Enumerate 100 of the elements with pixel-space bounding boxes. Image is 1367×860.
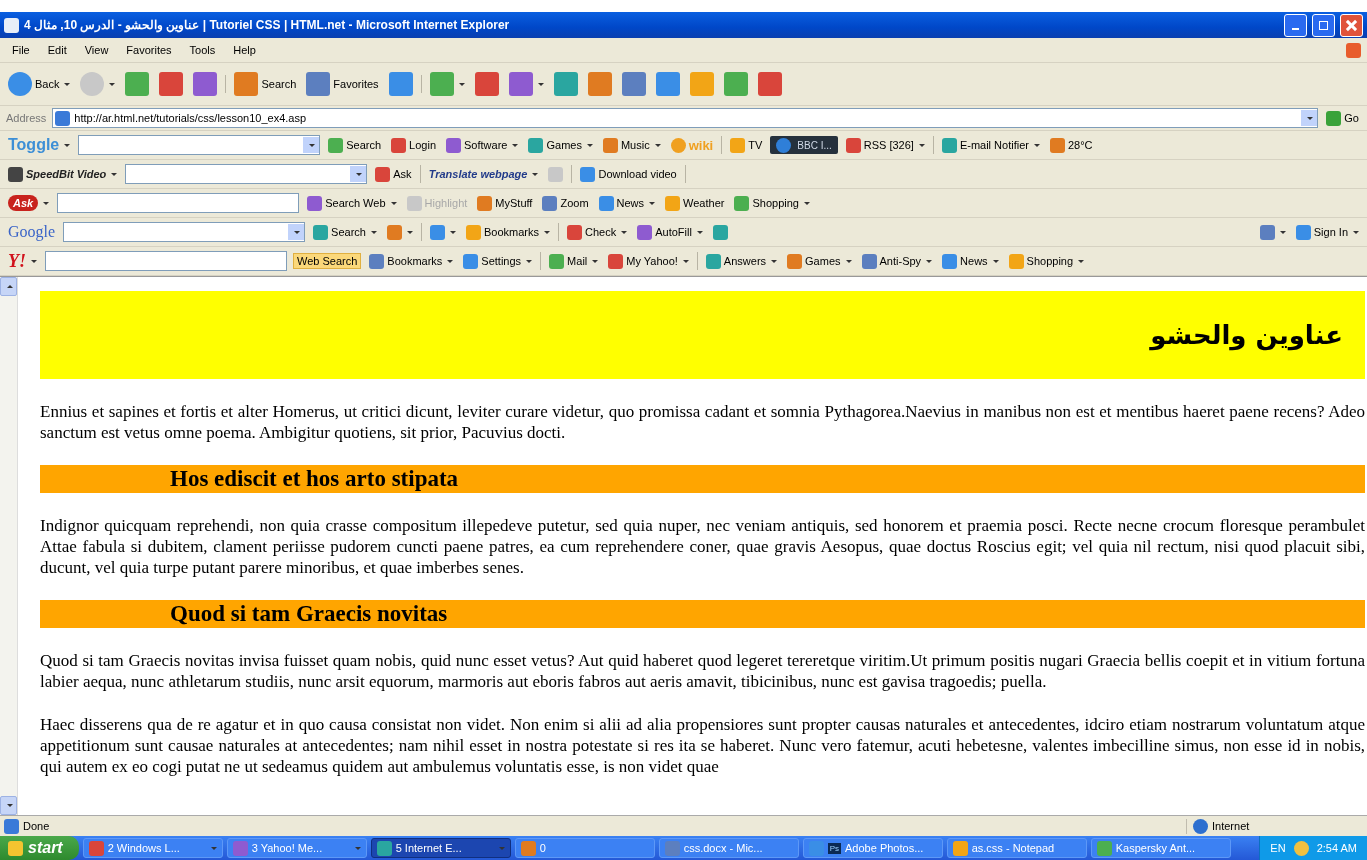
toolbar-button[interactable]: Back <box>6 71 73 97</box>
toolbar-button[interactable]: 28°C <box>1047 136 1095 154</box>
caret-icon[interactable] <box>803 201 810 205</box>
caret-icon[interactable] <box>447 259 454 263</box>
menu-item[interactable]: View <box>78 42 115 58</box>
caret-icon[interactable] <box>1078 259 1085 263</box>
toolbar-button[interactable]: Weather <box>663 194 727 212</box>
start-button[interactable]: start <box>0 836 79 860</box>
toolbar-icon-button[interactable] <box>386 71 415 97</box>
toolbar-icon-button[interactable] <box>472 71 501 97</box>
caret-icon[interactable] <box>31 259 37 263</box>
caret-icon[interactable] <box>458 82 465 86</box>
toolbar-button[interactable]: Bookmarks <box>367 252 456 270</box>
taskbar-button[interactable]: 0 <box>514 838 655 858</box>
toolbar-button[interactable]: Bookmarks <box>463 223 552 241</box>
caret-icon[interactable] <box>586 143 593 147</box>
search-field[interactable] <box>78 135 321 155</box>
toolbar-button[interactable]: Anti-Spy <box>859 252 935 270</box>
toolbar-button[interactable]: Sign In <box>1293 223 1361 241</box>
toolbar-button[interactable]: TV <box>728 136 765 154</box>
toolbar-button[interactable]: Answers <box>703 252 780 270</box>
scrollbar[interactable] <box>0 277 18 815</box>
search-field[interactable] <box>45 251 287 271</box>
caret-icon[interactable] <box>111 172 118 176</box>
caret-icon[interactable] <box>696 230 703 234</box>
toolbar-button[interactable]: Search <box>232 71 299 97</box>
toolbar-button[interactable]: Mail <box>547 252 601 270</box>
caret-icon[interactable] <box>449 230 456 234</box>
caret-icon[interactable] <box>406 230 413 234</box>
toolbar-button[interactable]: Check <box>565 223 630 241</box>
taskbar-button[interactable]: as.css - Notepad <box>946 838 1087 858</box>
toolbar-button[interactable]: Search Web <box>305 194 399 212</box>
toolbar-button[interactable]: News <box>940 252 1001 270</box>
toolbar-button[interactable]: Shopping <box>1006 252 1087 270</box>
caret-icon[interactable] <box>532 172 539 176</box>
taskbar-button[interactable]: 3 Yahoo! Me... <box>226 838 367 858</box>
toolbar-brand[interactable]: SpeedBit Video <box>26 168 107 180</box>
toolbar-button[interactable]: News <box>596 194 658 212</box>
web-search-button[interactable]: Web Search <box>293 253 362 269</box>
caret-icon[interactable] <box>918 143 925 147</box>
toolbar-icon-button[interactable] <box>506 71 546 97</box>
toolbar-icon-button[interactable] <box>619 71 648 97</box>
search-field[interactable] <box>125 164 368 184</box>
close-button[interactable] <box>1340 13 1363 37</box>
toolbar-button[interactable]: Favorites <box>304 71 381 97</box>
caret-icon[interactable] <box>1279 230 1286 234</box>
search-field[interactable] <box>63 222 306 242</box>
address-field[interactable]: http://ar.html.net/tutorials/css/lesson10_ex4.asp <box>52 108 1319 128</box>
menu-item[interactable]: File <box>6 42 36 58</box>
caret-icon[interactable] <box>621 230 628 234</box>
toolbar-button[interactable]: Download video <box>578 165 679 183</box>
caret-icon[interactable] <box>390 201 397 205</box>
toolbar-icon-button[interactable] <box>653 71 682 97</box>
toolbar-icon-button[interactable] <box>191 71 220 97</box>
toolbar-button[interactable]: My Yahoo! <box>606 252 691 270</box>
caret-icon[interactable] <box>64 82 71 86</box>
caret-icon[interactable] <box>771 259 778 263</box>
caret-icon[interactable] <box>649 201 656 205</box>
restore-button[interactable] <box>1312 13 1335 37</box>
go-button[interactable]: Go <box>1324 109 1361 127</box>
caret-icon[interactable] <box>370 230 377 234</box>
toolbar-icon-button[interactable] <box>157 71 186 97</box>
toolbar-button[interactable]: Settings <box>461 252 535 270</box>
caret-icon[interactable] <box>544 230 550 234</box>
toolbar-button[interactable]: Search <box>311 223 379 241</box>
toolbar-button[interactable]: E-mail Notifier <box>939 136 1042 154</box>
toolbar-button[interactable]: AutoFill <box>635 223 705 241</box>
caret-icon[interactable] <box>992 259 999 263</box>
toolbar-icon-button[interactable] <box>755 71 784 97</box>
toolbar-button[interactable]: Ask <box>373 165 414 183</box>
media-player[interactable]: BBC I... <box>770 136 838 154</box>
toolbar-button[interactable]: Search <box>326 136 384 154</box>
caret-icon[interactable] <box>1353 230 1359 234</box>
toolbar-button[interactable]: Games <box>526 136 595 154</box>
toolbar-button[interactable]: Software <box>444 136 521 154</box>
caret-icon[interactable] <box>654 143 661 147</box>
translate-button[interactable]: Translate webpage <box>428 168 528 180</box>
caret-icon[interactable] <box>64 143 71 147</box>
toolbar-button[interactable]: MyStuff <box>475 194 535 212</box>
dropdown-icon[interactable] <box>350 166 367 182</box>
menu-item[interactable]: Edit <box>41 42 73 58</box>
taskbar-button[interactable]: css.docx - Mic... <box>658 838 799 858</box>
ask-logo[interactable]: Ask <box>8 195 39 211</box>
google-logo[interactable]: Google <box>8 223 56 241</box>
taskbar-button[interactable]: Ps Adobe Photos... <box>802 838 943 858</box>
yahoo-logo[interactable]: Y! <box>8 250 26 272</box>
caret-icon[interactable] <box>926 259 933 263</box>
dropdown-icon[interactable] <box>288 224 305 240</box>
toolbar-button[interactable]: Zoom <box>540 194 591 212</box>
toolbar-button[interactable]: Shopping <box>732 194 812 212</box>
dropdown-icon[interactable] <box>303 137 320 153</box>
taskbar-button[interactable]: Kaspersky Ant... <box>1090 838 1231 858</box>
menu-item[interactable]: Favorites <box>120 42 178 58</box>
caret-icon[interactable] <box>845 259 852 263</box>
toolbar-button[interactable]: RSS [326] <box>843 136 927 154</box>
menu-item[interactable]: Tools <box>183 42 222 58</box>
toolbar-button[interactable]: Login <box>389 136 439 154</box>
search-field[interactable] <box>57 193 300 213</box>
taskbar-button[interactable]: 2 Windows L... <box>82 838 223 858</box>
caret-icon[interactable] <box>1033 143 1040 147</box>
